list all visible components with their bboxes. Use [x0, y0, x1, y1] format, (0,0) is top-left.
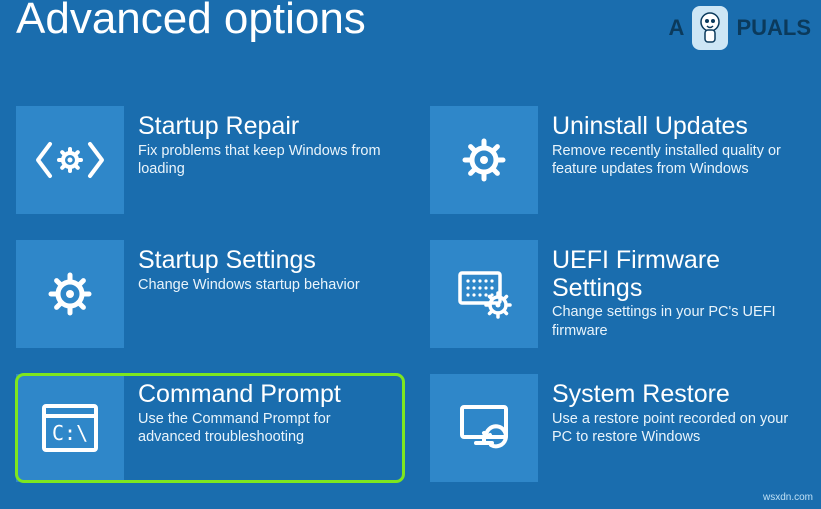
watermark-mascot-icon: [692, 6, 728, 50]
tile-system-restore[interactable]: System Restore Use a restore point recor…: [430, 374, 818, 482]
gear-icon: [430, 106, 538, 214]
tile-uninstall-updates[interactable]: Uninstall Updates Remove recently instal…: [430, 106, 818, 214]
watermark-suffix: PUALS: [736, 15, 811, 41]
page-title: Advanced options: [16, 0, 366, 44]
tile-title: Uninstall Updates: [552, 113, 808, 141]
startup-repair-icon: [16, 106, 124, 214]
gear-icon: [16, 240, 124, 348]
attribution-text: wsxdn.com: [763, 492, 813, 503]
tile-desc: Change settings in your PC's UEFI firmwa…: [552, 303, 808, 341]
tile-desc: Use a restore point recorded on your PC …: [552, 410, 808, 448]
tile-desc: Use the Command Prompt for advanced trou…: [138, 410, 394, 448]
svg-text:C:\: C:\: [52, 421, 88, 445]
tile-title: UEFI Firmware Settings: [552, 247, 808, 302]
system-restore-icon: [430, 374, 538, 482]
tile-command-prompt[interactable]: C:\ Command Prompt Use the Command Promp…: [16, 374, 404, 482]
tile-title: Command Prompt: [138, 381, 394, 409]
tile-desc: Fix problems that keep Windows from load…: [138, 142, 394, 180]
tile-title: Startup Repair: [138, 113, 394, 141]
tile-title: Startup Settings: [138, 247, 394, 275]
watermark-prefix: A: [669, 15, 685, 41]
command-prompt-icon: C:\: [16, 374, 124, 482]
tile-desc: Change Windows startup behavior: [138, 276, 394, 295]
watermark-logo: A PUALS: [669, 6, 811, 50]
tile-title: System Restore: [552, 381, 808, 409]
tile-startup-settings[interactable]: Startup Settings Change Windows startup …: [16, 240, 404, 348]
tile-desc: Remove recently installed quality or fea…: [552, 142, 808, 180]
tile-startup-repair[interactable]: Startup Repair Fix problems that keep Wi…: [16, 106, 404, 214]
uefi-firmware-icon: [430, 240, 538, 348]
tile-uefi-firmware-settings[interactable]: UEFI Firmware Settings Change settings i…: [430, 240, 818, 348]
